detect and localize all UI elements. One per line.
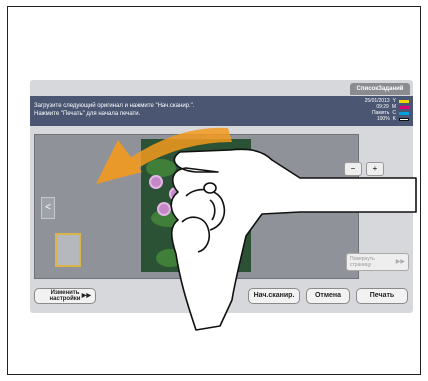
lily-flower (181, 231, 191, 241)
lily-pad (151, 209, 187, 227)
lily-flower (151, 177, 161, 187)
previous-page-button[interactable]: < (41, 197, 55, 219)
print-button[interactable]: Печать (356, 288, 408, 304)
toner-m-bar (399, 105, 409, 109)
toner-k-bar (399, 117, 409, 121)
lily-pad (146, 159, 176, 177)
lily-flower (211, 239, 221, 249)
toner-y-bar (399, 99, 409, 103)
lily-pad (156, 249, 184, 267)
zoom-in-icon: + (372, 164, 378, 173)
cancel-button[interactable]: Отмена (306, 288, 350, 304)
page-thumbnail[interactable] (55, 233, 81, 267)
zoom-out-icon: − (350, 164, 356, 173)
instruction-message: Загрузите следующий оригинал и нажмите "… (34, 102, 194, 118)
zoom-in-button[interactable]: + (366, 162, 384, 176)
control-panel-screen: СписокЗаданий Загрузите следующий оригин… (30, 80, 413, 313)
lily-pad (201, 179, 241, 197)
chevron-right-icon: ▶▶ (81, 293, 91, 299)
scanned-page-preview (141, 139, 251, 272)
toner-c-bar (399, 111, 409, 115)
instruction-line-1: Загрузите следующий оригинал и нажмите "… (34, 103, 195, 109)
preview-area[interactable]: < (34, 134, 359, 279)
lily-flower (159, 204, 169, 214)
memory-value: 100% (376, 116, 390, 122)
job-list-tab[interactable]: СписокЗаданий (350, 83, 410, 95)
start-scan-button[interactable]: Нач.сканир. (248, 288, 300, 304)
toner-k-label: K (392, 116, 396, 122)
chevron-right-icon: ▶▶ (395, 259, 405, 265)
lily-flower (171, 189, 181, 199)
message-bar: Загрузите следующий оригинал и нажмите "… (30, 96, 413, 126)
rotate-page-button[interactable]: Повернуть страницу ▶▶ (346, 253, 409, 271)
status-area: 25/01/2013 Y 09:29 M Память C 100% K (365, 98, 409, 122)
zoom-out-button[interactable]: − (344, 162, 362, 176)
instruction-line-2: Нажмите "Печать" для начала печати. (34, 111, 141, 117)
lily-flower (221, 224, 231, 234)
lily-flower (206, 214, 216, 224)
change-settings-button[interactable]: Изменить настройки ▶▶ (34, 288, 96, 304)
